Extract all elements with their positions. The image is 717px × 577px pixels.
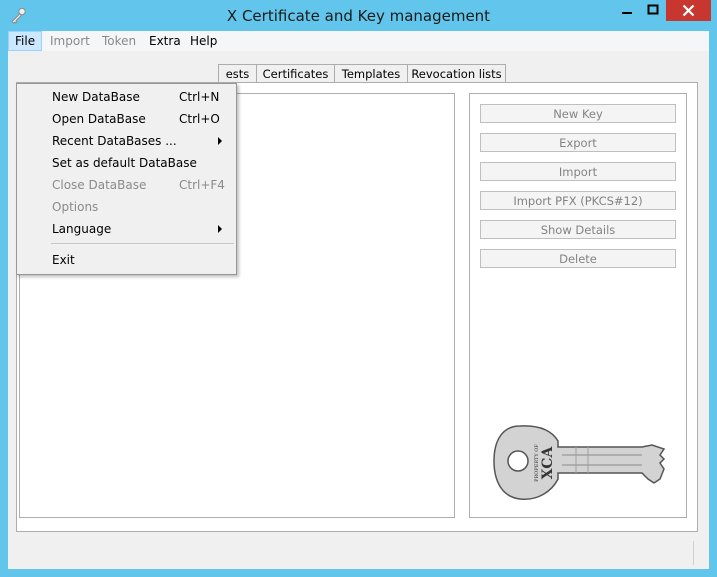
menu-open-database-label: Open DataBase <box>52 112 146 126</box>
menu-open-database-shortcut: Ctrl+O <box>179 112 220 126</box>
menu-open-database[interactable]: Open DataBase Ctrl+O <box>17 108 236 130</box>
menu-options-label: Options <box>52 200 99 214</box>
file-menu-dropdown: New DataBase Ctrl+N Open DataBase Ctrl+O… <box>16 83 237 275</box>
delete-button[interactable]: Delete <box>480 249 676 268</box>
tab-requests[interactable]: ests <box>218 64 257 83</box>
import-pfx-button[interactable]: Import PFX (PKCS#12) <box>480 191 676 210</box>
submenu-arrow-icon <box>218 225 222 233</box>
menu-token[interactable]: Token <box>96 32 142 50</box>
close-icon <box>682 4 695 17</box>
menu-recent-databases-label: Recent DataBases ... <box>52 134 177 148</box>
export-button[interactable]: Export <box>480 133 676 152</box>
menu-close-database-shortcut: Ctrl+F4 <box>179 178 225 192</box>
menu-separator <box>51 243 234 244</box>
menu-bar: File Import Token Extra Help <box>8 31 709 51</box>
menu-set-default-database-label: Set as default DataBase <box>52 156 197 170</box>
menu-import[interactable]: Import <box>44 32 96 50</box>
client-area: File Import Token Extra Help ests Certif… <box>8 31 709 569</box>
menu-language[interactable]: Language <box>17 218 236 240</box>
menu-new-database-label: New DataBase <box>52 90 140 104</box>
menu-extra[interactable]: Extra <box>143 32 187 50</box>
menu-close-database-label: Close DataBase <box>52 178 147 192</box>
tab-revocation-lists[interactable]: Revocation lists <box>407 64 506 83</box>
resize-grip-icon[interactable] <box>691 537 703 567</box>
menu-exit[interactable]: Exit <box>17 249 236 271</box>
close-button[interactable] <box>666 0 711 21</box>
menu-options[interactable]: Options <box>17 196 236 218</box>
title-bar[interactable]: X Certificate and Key management <box>0 0 717 31</box>
menu-new-database-shortcut: Ctrl+N <box>179 90 220 104</box>
window-title: X Certificate and Key management <box>226 7 491 25</box>
status-bar <box>8 538 709 569</box>
import-button[interactable]: Import <box>480 162 676 181</box>
minimize-button[interactable] <box>614 0 640 21</box>
menu-help[interactable]: Help <box>184 32 223 50</box>
menu-new-database[interactable]: New DataBase Ctrl+N <box>17 86 236 108</box>
tab-certificates[interactable]: Certificates <box>256 64 335 83</box>
maximize-button[interactable] <box>640 0 666 21</box>
key-icon: PROPERTY OF XCA <box>493 425 666 500</box>
menu-file[interactable]: File <box>8 31 43 51</box>
show-details-button[interactable]: Show Details <box>480 220 676 239</box>
key-caption-xca: XCA <box>540 446 556 480</box>
application-window: X Certificate and Key management File Im… <box>0 0 717 577</box>
new-key-button[interactable]: New Key <box>480 104 676 123</box>
menu-set-default-database[interactable]: Set as default DataBase <box>17 152 236 174</box>
submenu-arrow-icon <box>218 137 222 145</box>
menu-close-database[interactable]: Close DataBase Ctrl+F4 <box>17 174 236 196</box>
menu-language-label: Language <box>52 222 112 236</box>
tab-templates[interactable]: Templates <box>334 64 408 83</box>
menu-recent-databases[interactable]: Recent DataBases ... <box>17 130 236 152</box>
menu-exit-label: Exit <box>52 253 75 267</box>
